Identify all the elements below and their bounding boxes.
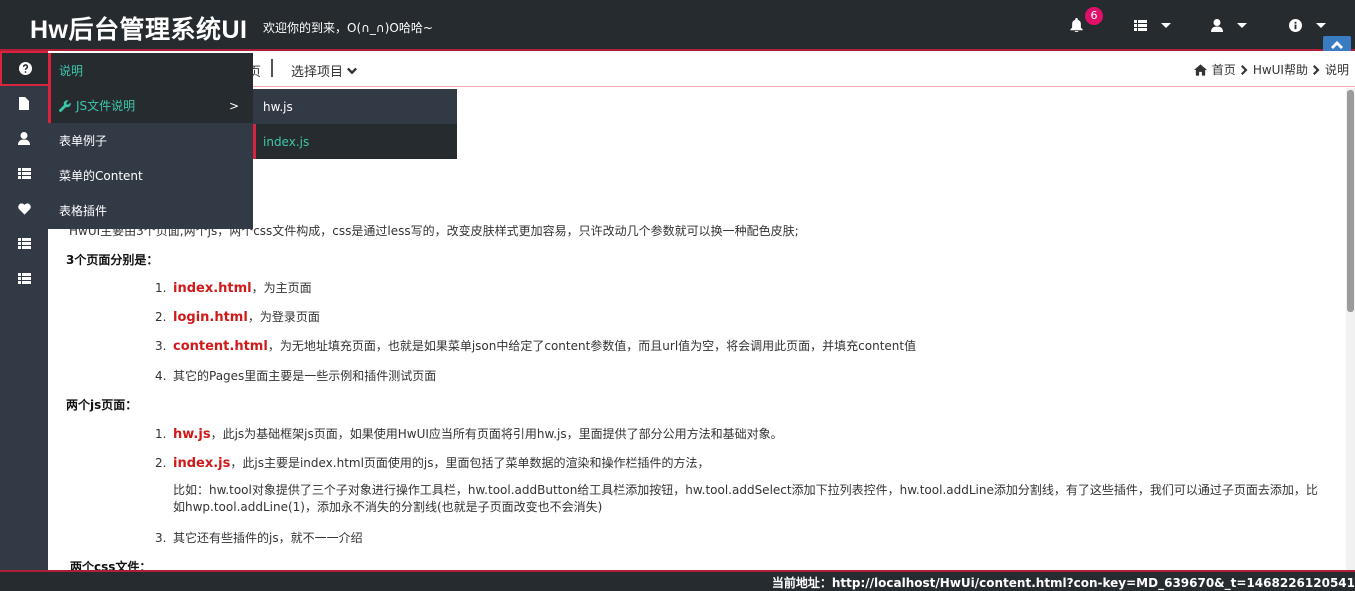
list-item: 1. hw.js，此js为基础框架js页面，如果使用HwUI应当所有页面将引用hw… (155, 427, 783, 442)
menu-item-js-docs[interactable]: JS文件说明 > (48, 88, 253, 123)
file-icon (19, 97, 29, 110)
project-select[interactable]: 选择项目 (291, 61, 358, 80)
left-icon-bar (0, 51, 48, 571)
list-item: 3. 其它还有些插件的js，就不一一介绍 (155, 531, 363, 545)
user-icon (1211, 18, 1223, 32)
section-pages-title: 3个页面分别是： (66, 253, 159, 267)
menu-item-form-examples[interactable]: 表单例子 (48, 123, 253, 158)
list-icon (17, 168, 31, 179)
chevron-down-icon (1237, 22, 1247, 28)
heart-icon (17, 202, 31, 215)
notification-button[interactable] (1070, 14, 1083, 36)
list-icon (1134, 19, 1147, 31)
list-item: 2. login.html，为登录页面 (155, 310, 320, 325)
sidebar-item-help[interactable] (0, 51, 48, 86)
list-item: 4. 其它的Pages里面主要是一些示例和插件测试页面 (155, 369, 437, 383)
toolbar-divider (271, 59, 273, 77)
home-icon (1193, 63, 1207, 76)
chevron-down-icon (347, 67, 358, 74)
list-item: 1. index.html，为主页面 (155, 281, 312, 296)
list-menu-button[interactable] (1134, 14, 1171, 36)
project-select-label: 选择项目 (291, 65, 344, 80)
help-dropdown-menu: 说明 JS文件说明 > 表单例子 菜单的Content 表格插件 (48, 53, 253, 229)
sidebar-item-list-2[interactable] (0, 226, 48, 261)
welcome-text: 欢迎你的到来，O(∩_∩)O哈哈~ (263, 21, 433, 35)
question-circle-icon (18, 62, 32, 75)
chevron-right-icon (1240, 64, 1248, 75)
js-detail-paragraph: 比如：hw.tool对象提供了三个子对象进行操作工具栏，hw.tool.addB… (173, 483, 1318, 514)
sidebar-item-user[interactable] (0, 121, 48, 156)
breadcrumb-current: 说明 (1324, 63, 1349, 77)
list-item: 3. content.html，为无地址填充页面，也就是如果菜单json中给定了c… (155, 339, 917, 354)
chevron-right-icon (1312, 64, 1320, 75)
info-icon (1289, 18, 1302, 32)
breadcrumb: 首页 HwUI帮助 说明 (1193, 61, 1349, 78)
submenu-item-hw-js[interactable]: hw.js (253, 89, 457, 124)
user-menu-button[interactable] (1211, 14, 1247, 36)
scrollbar-thumb[interactable] (1347, 90, 1354, 312)
bell-icon (1070, 18, 1083, 32)
brand-title: Hw后台管理系统UI (30, 16, 248, 44)
sidebar-item-file[interactable] (0, 86, 48, 121)
notification-badge: 6 (1085, 7, 1103, 25)
sidebar-item-list[interactable] (0, 156, 48, 191)
menu-item-table-plugin[interactable]: 表格插件 (48, 193, 253, 228)
sidebar-item-favorite[interactable] (0, 191, 48, 226)
info-menu-button[interactable] (1289, 14, 1326, 36)
submenu-item-index-js[interactable]: index.js (253, 124, 457, 159)
status-footer: 当前地址：http://localhost/HwUi/content.html?… (0, 570, 1355, 591)
sidebar-item-list-3[interactable] (0, 261, 48, 296)
submenu-arrow: > (228, 98, 239, 113)
wrench-icon (59, 99, 71, 112)
chevron-up-icon (1331, 40, 1343, 49)
js-docs-submenu: hw.js index.js (253, 89, 457, 159)
chevron-down-icon (1161, 22, 1171, 28)
chevron-down-icon (1316, 22, 1326, 28)
breadcrumb-help[interactable]: HwUI帮助 (1253, 61, 1308, 78)
current-address: 当前地址：http://localhost/HwUi/content.html?… (771, 576, 1355, 590)
top-header: Hw后台管理系统UI 欢迎你的到来，O(∩_∩)O哈哈~ 6 (0, 0, 1355, 51)
list-icon (17, 273, 31, 284)
section-js-title: 两个js页面： (66, 398, 138, 412)
breadcrumb-home[interactable]: 首页 (1212, 61, 1236, 78)
list-item: 2. index.js，此js主要是index.html页面使用的js，里面包括了… (155, 456, 710, 471)
menu-item-readme[interactable]: 说明 (48, 53, 253, 88)
list-icon (17, 238, 31, 249)
user-icon (18, 132, 30, 145)
menu-item-menu-content[interactable]: 菜单的Content (48, 158, 253, 193)
